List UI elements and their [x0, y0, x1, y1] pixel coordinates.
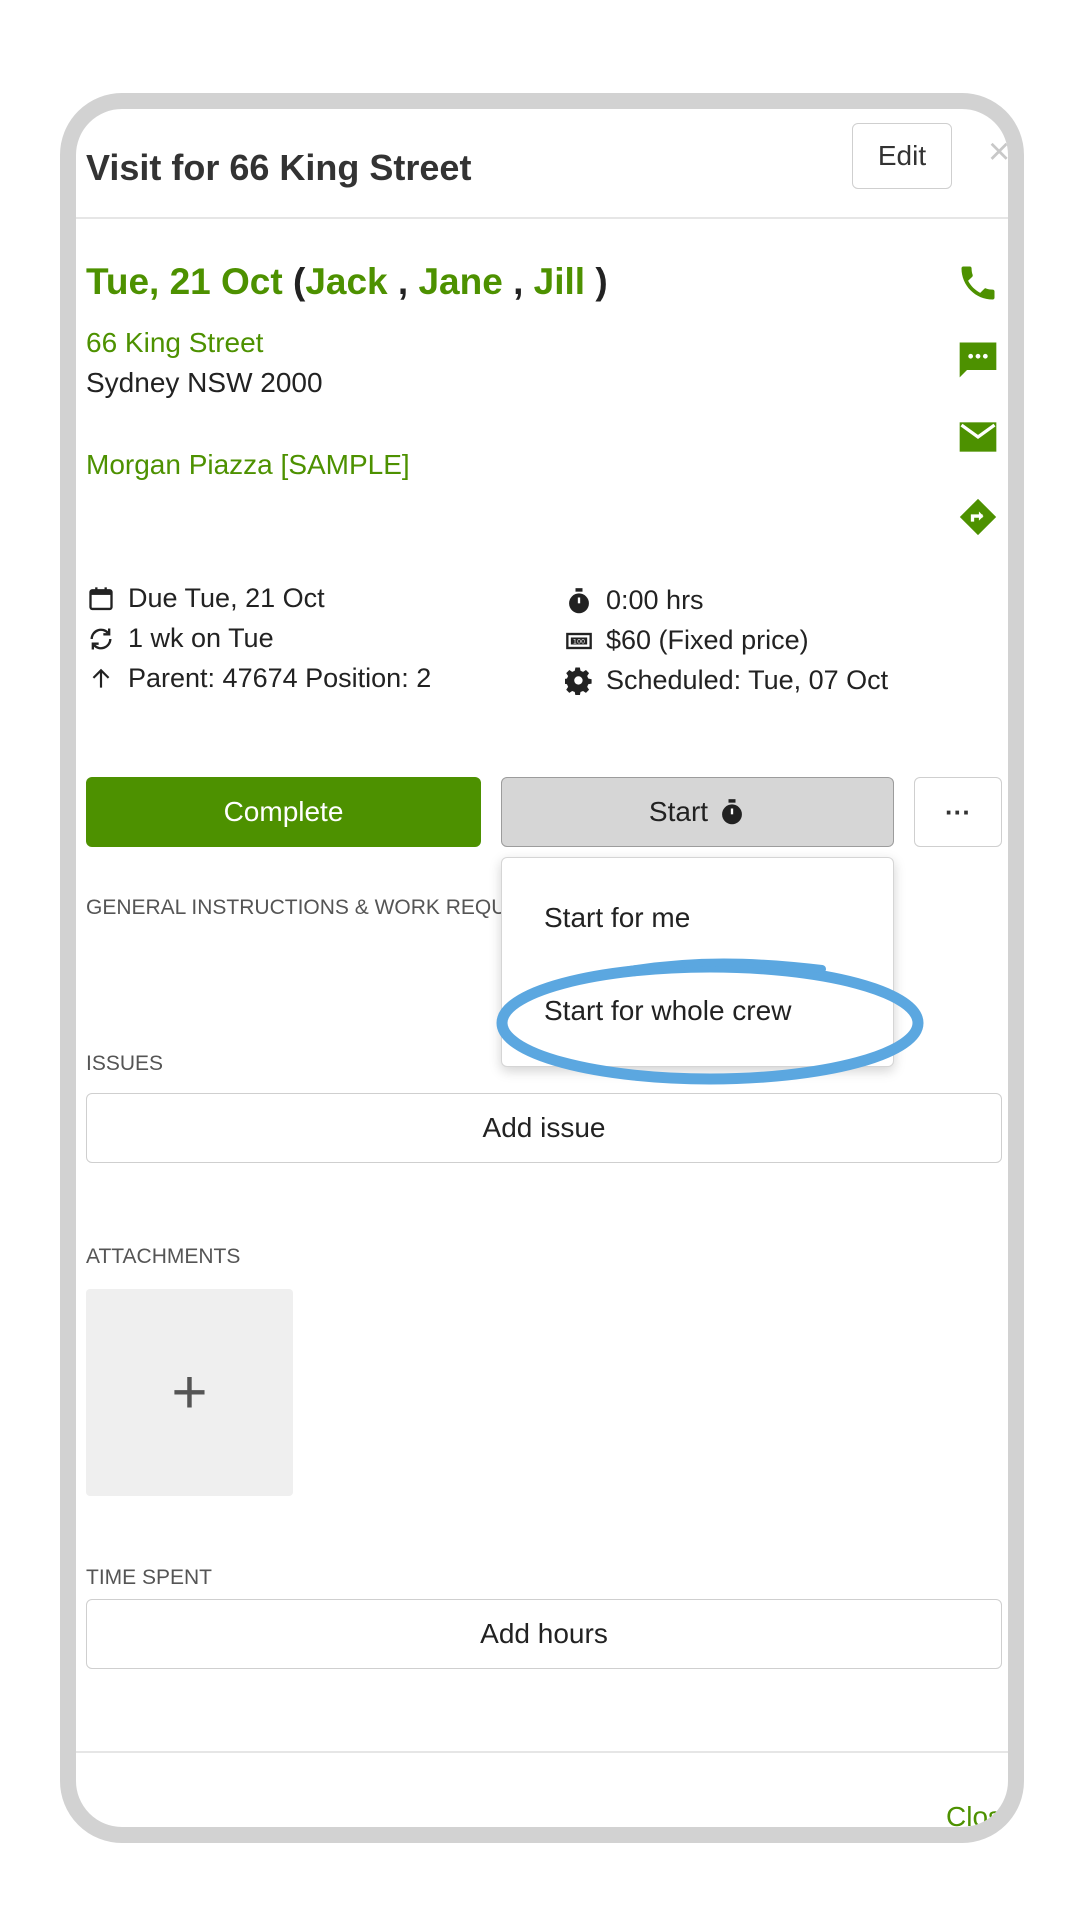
add-issue-button[interactable]: Add issue [86, 1093, 1002, 1163]
gear-icon [564, 666, 594, 696]
start-for-whole-crew-item[interactable]: Start for whole crew [544, 995, 791, 1027]
close-button[interactable]: Clos [946, 1801, 1002, 1827]
more-options-button[interactable]: ··· [914, 777, 1002, 847]
arrow-up-icon [86, 664, 116, 694]
address-city: Sydney NSW 2000 [86, 367, 323, 398]
duration-text: 0:00 hrs [606, 585, 704, 615]
comma: , [513, 261, 524, 302]
phone-icon[interactable] [956, 261, 1000, 305]
start-dropdown-menu: Start for me Start for whole crew [501, 857, 894, 1067]
crew-member-jane[interactable]: Jane [418, 261, 502, 302]
paren-open: ( [293, 261, 306, 302]
stopwatch-icon [722, 799, 742, 825]
parent-info: Parent: 47674 Position: 2 [86, 663, 431, 694]
page-title: Visit for 66 King Street [86, 147, 472, 188]
recurring-icon [86, 624, 116, 654]
client-link[interactable]: Morgan Piazza [SAMPLE] [86, 449, 410, 481]
recurrence-text: 1 wk on Tue [128, 623, 274, 653]
comma: , [397, 261, 409, 302]
crew-member-jack[interactable]: Jack [305, 261, 387, 302]
scheduled-text: Scheduled: Tue, 07 Oct [606, 665, 889, 695]
visit-date[interactable]: Tue, 21 Oct [86, 261, 283, 302]
price: 100 $60 (Fixed price) [564, 625, 809, 656]
close-icon[interactable]: × [988, 131, 1008, 174]
scheduled: Scheduled: Tue, 07 Oct [564, 665, 888, 696]
due-date-text: Due Tue, 21 Oct [128, 583, 325, 613]
svg-text:100: 100 [573, 637, 585, 645]
parent-text: Parent: 47674 Position: 2 [128, 663, 432, 693]
email-icon[interactable] [956, 415, 1000, 459]
header-divider [76, 217, 1008, 219]
start-label: Start [648, 796, 709, 827]
visit-date-crew: Tue, 21 Oct (Jack , Jane , Jill ) [86, 261, 608, 303]
due-date: Due Tue, 21 Oct [86, 583, 325, 614]
add-hours-button[interactable]: Add hours [86, 1599, 1002, 1669]
issues-heading: ISSUES [86, 1052, 164, 1075]
crew-member-jill[interactable]: Jill [534, 261, 585, 302]
start-button[interactable]: Start [501, 777, 894, 847]
stopwatch-icon [564, 586, 594, 616]
complete-button[interactable]: Complete [86, 777, 481, 847]
duration: 0:00 hrs [564, 585, 704, 616]
price-text: $60 (Fixed price) [606, 625, 809, 655]
address-link[interactable]: 66 King Street [86, 327, 263, 359]
calendar-icon [86, 584, 116, 614]
time-spent-heading: TIME SPENT [86, 1566, 213, 1589]
start-for-me-item[interactable]: Start for me [544, 902, 690, 934]
instructions-heading: GENERAL INSTRUCTIONS & WORK REQU [86, 896, 507, 919]
attachments-heading: ATTACHMENTS [86, 1245, 241, 1268]
edit-button[interactable]: Edit [852, 123, 952, 189]
money-icon: 100 [564, 626, 594, 656]
footer-divider [76, 1751, 1008, 1753]
recurrence: 1 wk on Tue [86, 623, 274, 654]
add-attachment-button[interactable]: + [86, 1289, 293, 1496]
phone-frame: Visit for 66 King Street Edit × Tue, 21 … [60, 93, 1024, 1843]
sms-icon[interactable] [956, 337, 1000, 381]
paren-close: ) [595, 261, 608, 302]
visit-modal: Visit for 66 King Street Edit × Tue, 21 … [76, 109, 1008, 1827]
directions-icon[interactable] [956, 495, 1000, 539]
